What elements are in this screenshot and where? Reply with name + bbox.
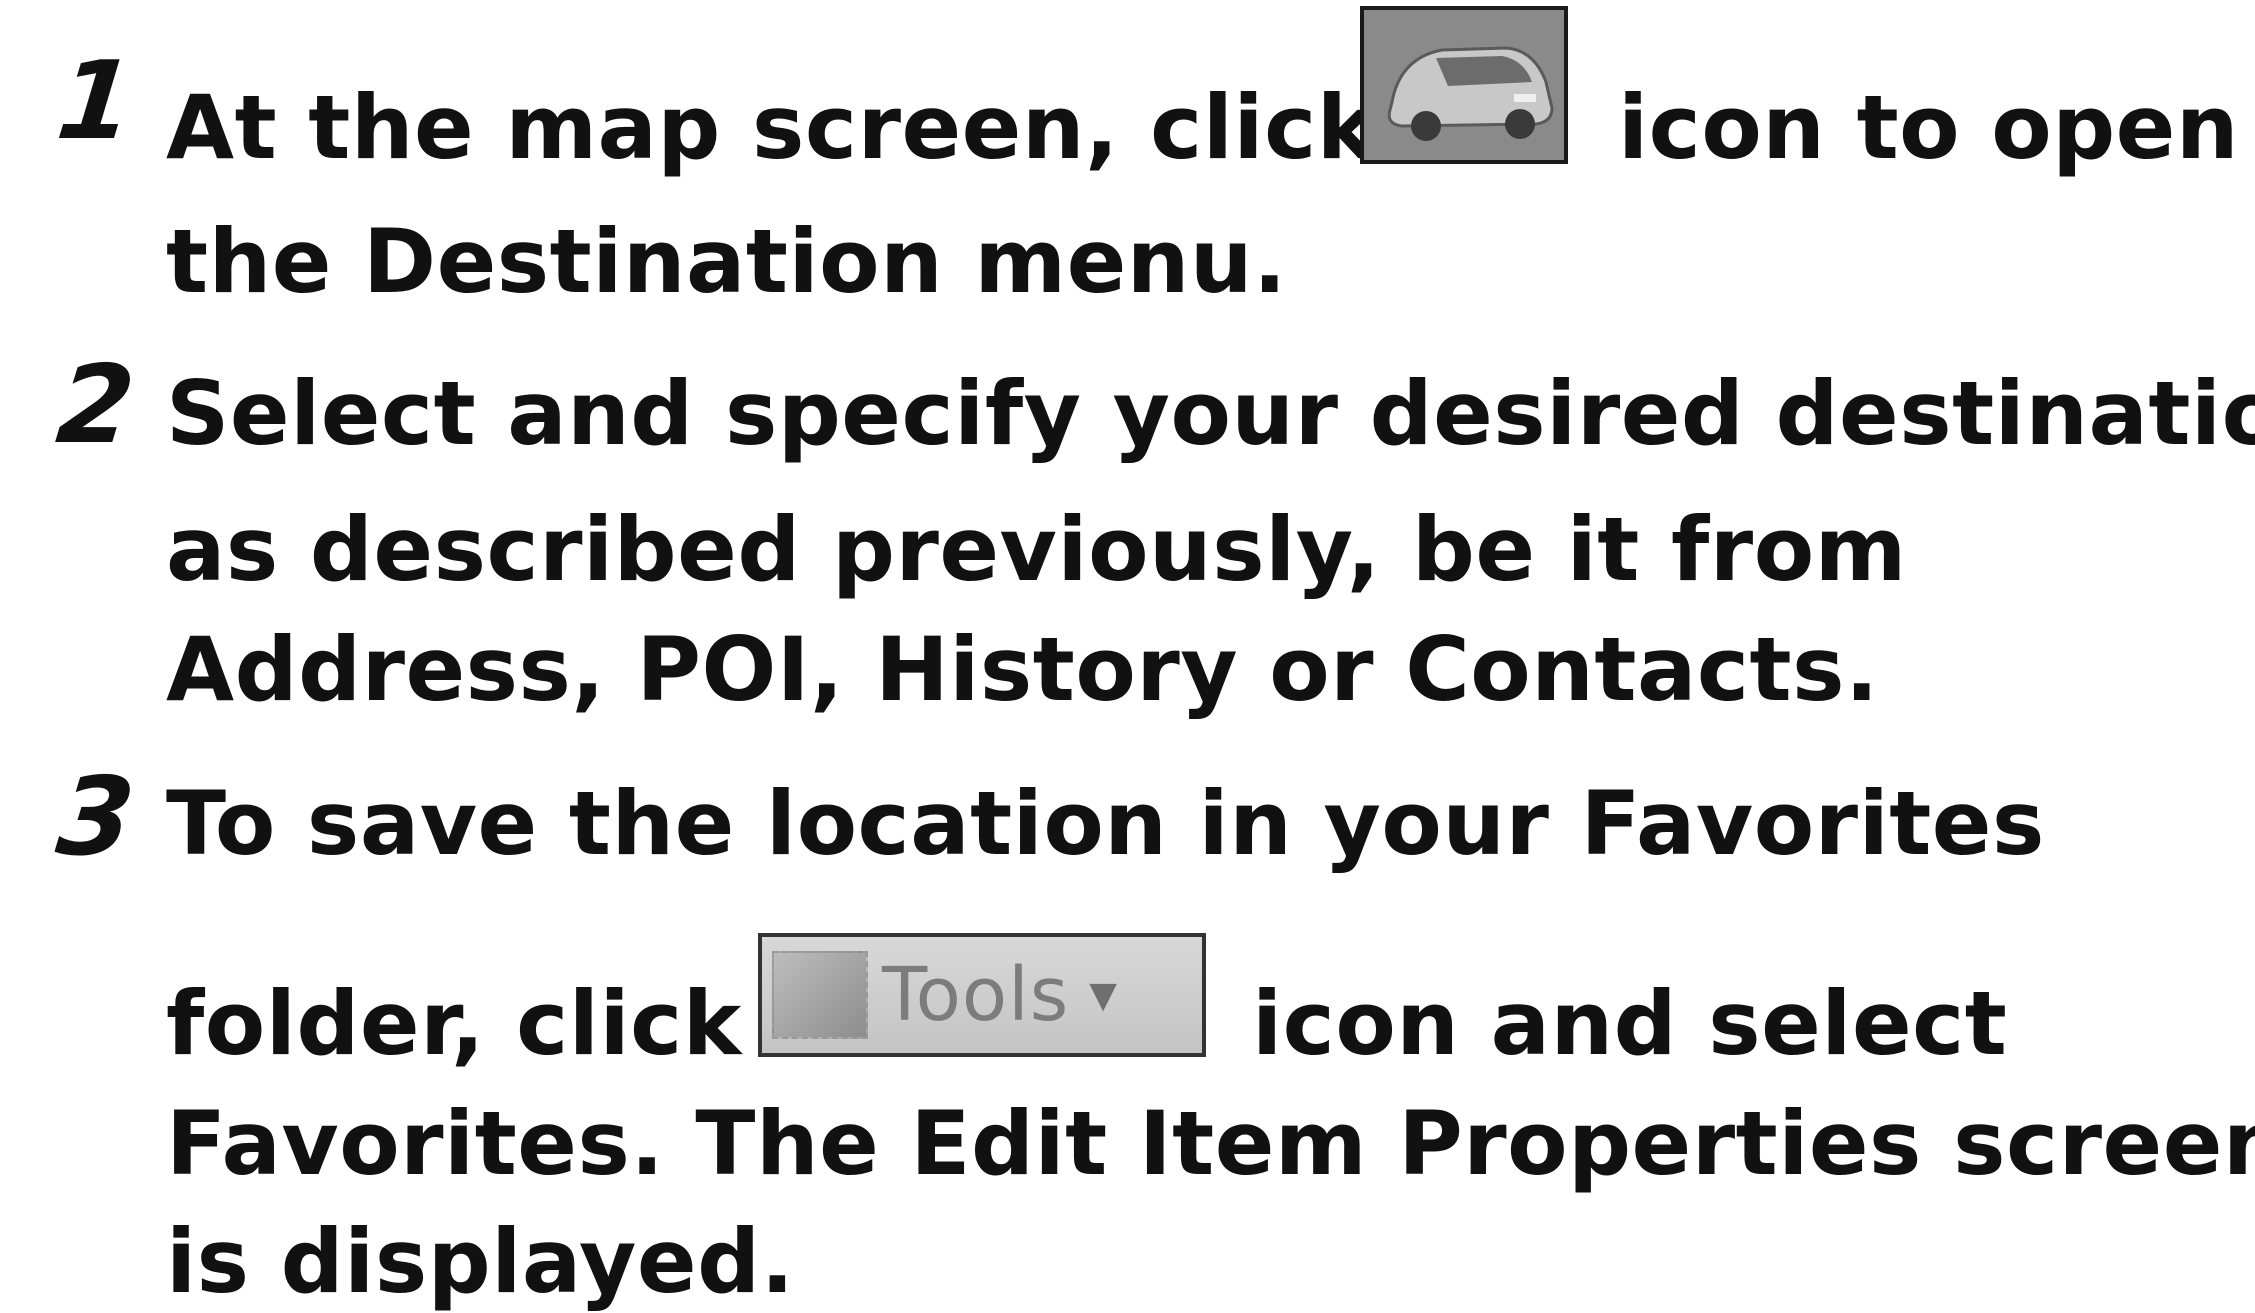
step-number-2: 2 — [51, 343, 140, 468]
car-icon[interactable] — [1360, 6, 1568, 164]
step-3-line-4: is displayed. — [166, 1210, 795, 1313]
step-3-line-3: Favorites. The Edit Item Properties scre… — [166, 1092, 2255, 1195]
step-3-line-2-before: folder, click — [166, 972, 742, 1075]
step-3-line-2-after: icon and select — [1252, 972, 2008, 1075]
step-2-line-2: as described previously, be it from — [166, 498, 1907, 601]
step-3-line-1: To save the location in your Favorites — [166, 772, 2045, 875]
step-1-line-2: the Destination menu. — [166, 210, 1287, 313]
tools-glyph-icon — [772, 951, 868, 1039]
step-2-line-1: Select and specify your desired destinat… — [166, 362, 2255, 465]
step-number-1: 1 — [51, 39, 140, 164]
step-1-line-1-before: At the map screen, click — [166, 76, 1376, 179]
tools-button-icon[interactable]: Tools ▼ — [758, 933, 1206, 1057]
step-number-3: 3 — [51, 755, 140, 880]
instruction-page: 1 At the map screen, click icon to open … — [0, 0, 2255, 1311]
step-1-line-1-after: icon to open — [1618, 76, 2240, 179]
chevron-down-icon: ▼ — [1089, 974, 1117, 1016]
car-icon-graphic — [1364, 10, 1564, 160]
step-2-line-3: Address, POI, History or Contacts. — [166, 618, 1879, 721]
tools-button-label: Tools — [882, 952, 1070, 1038]
